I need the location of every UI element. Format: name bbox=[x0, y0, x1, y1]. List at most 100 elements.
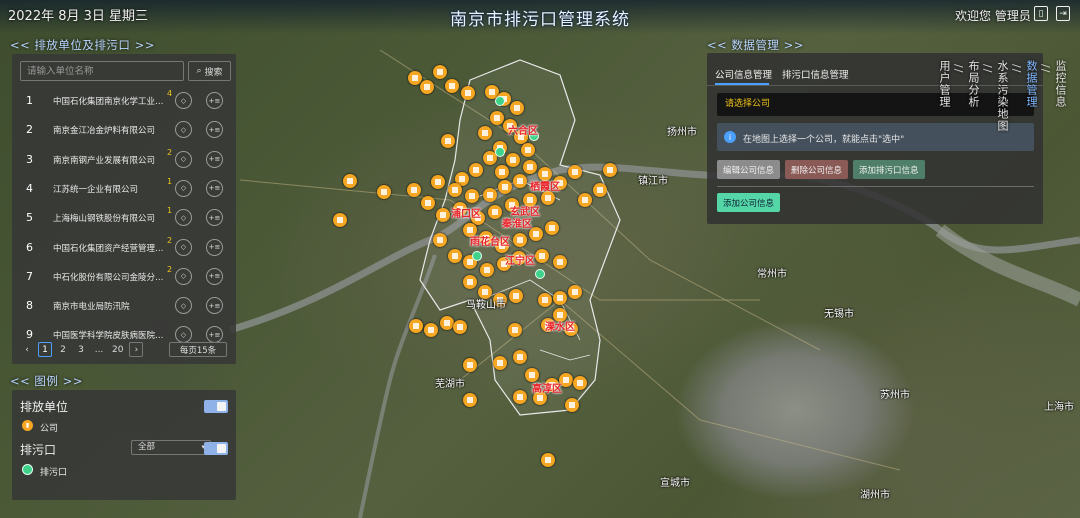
company-name[interactable]: 上海梅山钢铁股份有限公司 bbox=[53, 212, 165, 224]
company-name[interactable]: 南京市电业局防汛院 bbox=[53, 300, 165, 312]
district-label: 雨花台区 bbox=[470, 237, 510, 248]
row-number: 8 bbox=[26, 299, 33, 313]
legend-panel: 排放单位 ▮ 公司 排污口 全部 ▾ 排污口 bbox=[12, 390, 236, 500]
tab-outfall-info[interactable]: 排污口信息管理 bbox=[782, 67, 849, 81]
city-label: 苏州市 bbox=[880, 390, 910, 401]
outfall-filter-select[interactable]: 全部 ▾ bbox=[131, 440, 211, 455]
district-label: 溧水区 bbox=[545, 322, 575, 333]
city-label: 扬州市 bbox=[667, 127, 697, 138]
section-title-units: << 排放单位及排污口 >> bbox=[10, 38, 155, 52]
locate-icon[interactable]: ◇ bbox=[175, 121, 192, 139]
outfall-count-badge: 2 bbox=[167, 235, 173, 245]
table-row[interactable]: 1 中国石化集团南京化学工业有限公司4◇ +≡ bbox=[12, 86, 236, 115]
detail-icon[interactable]: +≡ bbox=[206, 121, 223, 139]
row-number: 1 bbox=[26, 94, 33, 107]
right-vertical-nav: 监控信息 // 数据管理 // 水系污染地图 // 布局分析 // 用户管理 bbox=[938, 60, 1068, 132]
detail-icon[interactable]: +≡ bbox=[206, 150, 223, 168]
city-label: 镇江市 bbox=[638, 176, 668, 187]
logout-icon[interactable]: ⇥ bbox=[1056, 6, 1070, 21]
table-row[interactable]: 8 南京市电业局防汛院 ◇ +≡ bbox=[12, 291, 236, 320]
nav-separator: // bbox=[981, 64, 994, 74]
outfall-toggle[interactable] bbox=[204, 442, 228, 455]
company-name[interactable]: 南京金江冶金炉料有限公司 bbox=[53, 124, 165, 136]
section-title-legend: << 图例 >> bbox=[10, 374, 83, 388]
page-2[interactable]: 2 bbox=[56, 342, 70, 357]
search-button-label: 搜索 bbox=[204, 67, 223, 78]
outfall-count-badge: 2 bbox=[167, 264, 173, 274]
city-label: 无锡市 bbox=[824, 309, 854, 320]
table-row[interactable]: 3 南京南钢产业发展有限公司 2 ◇ +≡ bbox=[12, 145, 236, 174]
pagination: ‹ 1 2 3 ... 20 › bbox=[20, 341, 144, 358]
search-button[interactable]: ⌕ 搜索 bbox=[188, 61, 231, 81]
table-row[interactable]: 2 南京金江冶金炉料有限公司 ◇ +≡ bbox=[12, 115, 236, 144]
table-row[interactable]: 6 中国石化集团资产经营管理有限公司2◇ +≡ bbox=[12, 233, 236, 262]
district-label: 六合区 bbox=[508, 126, 538, 137]
locate-icon[interactable]: ◇ bbox=[175, 179, 192, 197]
company-name[interactable]: 南京南钢产业发展有限公司 bbox=[53, 154, 165, 166]
prev-page-button[interactable]: ‹ bbox=[20, 342, 34, 357]
locate-icon[interactable]: ◇ bbox=[175, 238, 192, 256]
nav-user-management[interactable]: 用户管理 bbox=[936, 60, 952, 132]
company-name[interactable]: 江苏统一企业有限公司 bbox=[53, 183, 165, 195]
edit-company-button[interactable]: 编辑公司信息 bbox=[717, 160, 781, 179]
page-3[interactable]: 3 bbox=[74, 342, 88, 357]
nav-water-pollution-map[interactable]: 水系污染地图 bbox=[994, 60, 1010, 132]
legend-discharge-unit: 排放单位 bbox=[20, 400, 69, 414]
city-label: 上海市 bbox=[1044, 402, 1074, 413]
tab-company-info[interactable]: 公司信息管理 bbox=[715, 67, 772, 81]
nav-separator: // bbox=[1039, 64, 1052, 74]
locate-icon[interactable]: ◇ bbox=[175, 150, 192, 168]
discharge-unit-toggle[interactable] bbox=[204, 400, 228, 413]
row-number: 3 bbox=[26, 152, 33, 166]
row-number: 4 bbox=[26, 181, 33, 195]
detail-icon[interactable]: +≡ bbox=[206, 209, 223, 227]
company-name[interactable]: 中国医学科学院皮肤病医院（研究所） bbox=[53, 329, 165, 341]
nav-monitoring[interactable]: 监控信息 bbox=[1052, 60, 1068, 132]
district-label: 江宁区 bbox=[505, 256, 535, 267]
table-row[interactable]: 7 中石化股份有限公司金陵分公司 2 ◇ +≡ bbox=[12, 262, 236, 291]
outfall-count-badge: 2 bbox=[167, 147, 173, 157]
search-icon: ⌕ bbox=[196, 66, 202, 76]
nav-data-management[interactable]: 数据管理 bbox=[1023, 60, 1039, 132]
locate-icon[interactable]: ◇ bbox=[175, 92, 192, 109]
outfall-count-badge: 1 bbox=[167, 206, 173, 216]
section-title-data: << 数据管理 >> bbox=[707, 38, 804, 52]
add-company-button[interactable]: 添加公司信息 bbox=[717, 193, 781, 212]
detail-icon[interactable]: +≡ bbox=[206, 179, 223, 197]
row-number: 5 bbox=[26, 211, 33, 225]
page-20[interactable]: 20 bbox=[110, 342, 125, 357]
unit-search-input[interactable] bbox=[20, 61, 184, 81]
nav-separator: // bbox=[952, 64, 965, 74]
outfall-marker-icon bbox=[22, 464, 33, 475]
company-name[interactable]: 中国石化集团南京化学工业有限公司 bbox=[53, 95, 165, 107]
add-outfall-button[interactable]: 添加排污口信息 bbox=[853, 160, 925, 179]
outfall-filter-value: 全部 bbox=[138, 442, 156, 452]
locate-icon[interactable]: ◇ bbox=[175, 209, 192, 227]
nav-layout-analysis[interactable]: 布局分析 bbox=[965, 60, 981, 132]
detail-icon[interactable]: +≡ bbox=[206, 326, 223, 344]
locate-icon[interactable]: ◇ bbox=[175, 297, 192, 315]
company-name[interactable]: 中国石化集团资产经营管理有限公司 bbox=[53, 242, 165, 254]
next-page-button[interactable]: › bbox=[129, 342, 144, 357]
nav-separator: // bbox=[1010, 64, 1023, 74]
legend-outfall: 排污口 bbox=[20, 443, 57, 457]
delete-company-button[interactable]: 删除公司信息 bbox=[785, 160, 849, 179]
page-1[interactable]: 1 bbox=[38, 342, 52, 357]
company-name[interactable]: 中石化股份有限公司金陵分公司 bbox=[53, 271, 165, 283]
locate-icon[interactable]: ◇ bbox=[175, 267, 192, 285]
detail-icon[interactable]: +≡ bbox=[206, 92, 223, 109]
row-number: 2 bbox=[26, 123, 33, 137]
city-label: 马鞍山市 bbox=[466, 300, 506, 311]
page-size-select[interactable]: 每页15条 bbox=[169, 342, 227, 357]
fullscreen-icon[interactable]: ▯ bbox=[1034, 6, 1048, 21]
company-marker-icon: ▮ bbox=[22, 420, 33, 431]
city-label: 湖州市 bbox=[860, 490, 890, 501]
locate-icon[interactable]: ◇ bbox=[175, 326, 192, 344]
table-row[interactable]: 5 上海梅山钢铁股份有限公司 1 ◇ +≡ bbox=[12, 203, 236, 232]
table-row[interactable]: 4 江苏统一企业有限公司 1 ◇ +≡ bbox=[12, 174, 236, 203]
detail-icon[interactable]: +≡ bbox=[206, 297, 223, 315]
district-label: 浦口区 bbox=[451, 209, 481, 220]
detail-icon[interactable]: +≡ bbox=[206, 267, 223, 285]
info-icon: i bbox=[724, 131, 736, 143]
detail-icon[interactable]: +≡ bbox=[206, 238, 223, 256]
